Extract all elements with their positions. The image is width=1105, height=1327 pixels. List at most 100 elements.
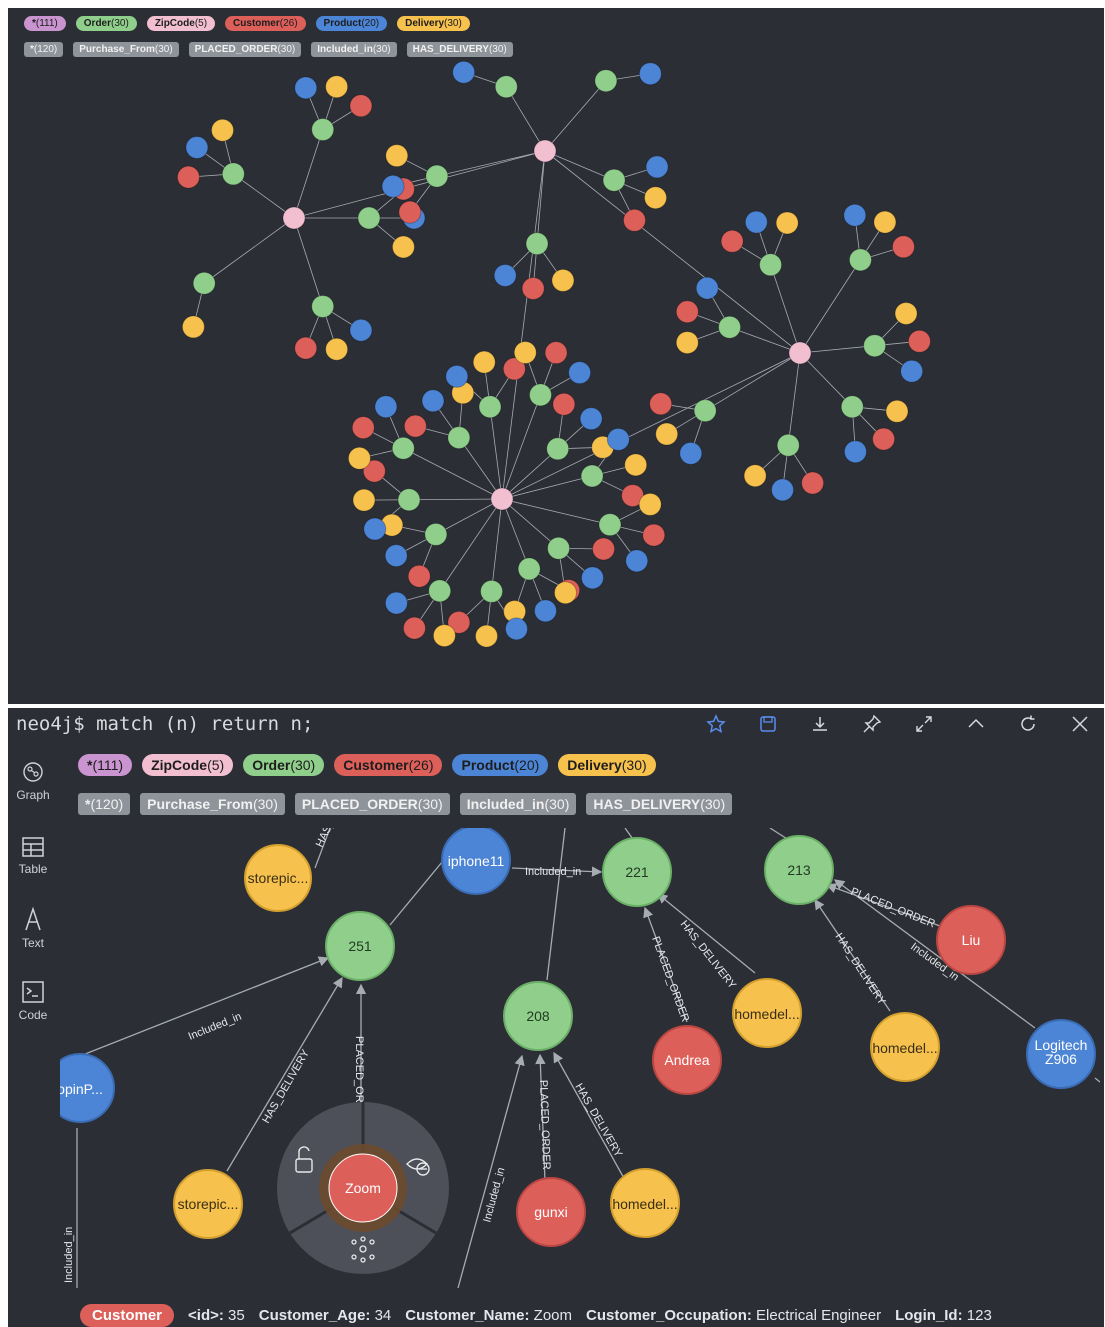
overview-node[interactable] — [374, 395, 398, 419]
node-label-badge[interactable]: Customer(26) — [334, 754, 443, 776]
overview-node[interactable] — [432, 624, 456, 648]
overview-node[interactable] — [282, 206, 306, 230]
node-delivery-storepic-251[interactable]: storepic... — [173, 1169, 243, 1239]
overview-node[interactable] — [801, 471, 825, 495]
overview-node[interactable] — [907, 329, 931, 353]
overview-node[interactable] — [185, 135, 209, 159]
overview-node[interactable] — [533, 599, 557, 623]
overview-node[interactable] — [294, 336, 318, 360]
overview-node[interactable] — [421, 389, 445, 413]
overview-node[interactable] — [391, 235, 415, 259]
overview-node[interactable] — [425, 164, 449, 188]
overview-node[interactable] — [679, 441, 703, 465]
overview-node[interactable] — [311, 118, 335, 142]
overview-node[interactable] — [347, 446, 371, 470]
overview-node[interactable] — [580, 464, 604, 488]
overview-node[interactable] — [675, 331, 699, 355]
overview-node[interactable] — [521, 276, 545, 300]
overview-node[interactable] — [493, 263, 517, 287]
overview-node[interactable] — [891, 235, 915, 259]
overview-node[interactable] — [885, 399, 909, 423]
overview-node[interactable] — [693, 399, 717, 423]
overview-node[interactable] — [900, 359, 924, 383]
overview-node[interactable] — [594, 69, 618, 93]
edge-included-bottom[interactable] — [457, 1054, 525, 1288]
node-delivery-homedel-221[interactable]: homedel... — [732, 978, 802, 1048]
graph-overview-panel[interactable]: *(111) Order(30) ZipCode(5) Customer(26) Pro… — [8, 8, 1104, 704]
node-delivery-homedel-213[interactable]: homedel... — [870, 1012, 940, 1082]
overview-node[interactable] — [644, 186, 668, 210]
nav-table[interactable]: Table — [8, 836, 58, 876]
overview-node[interactable] — [525, 232, 549, 256]
overview-node[interactable] — [624, 453, 648, 477]
overview-node[interactable] — [840, 395, 864, 419]
overview-node[interactable] — [349, 318, 373, 342]
node-customer-liu[interactable]: Liu — [936, 905, 1006, 975]
overview-node[interactable] — [480, 579, 504, 603]
relationship-type-badge[interactable]: Included_in(30) — [459, 793, 577, 815]
overview-node[interactable] — [452, 60, 476, 84]
overview-node[interactable] — [544, 341, 568, 365]
relationship-type-badge[interactable]: PLACED_ORDER(30) — [294, 793, 450, 815]
graph-zoomed-canvas[interactable]: HAS_ Included_in HAS_DELIVERY PLACED_ORD… — [60, 828, 1100, 1288]
overview-node[interactable] — [407, 564, 431, 588]
selected-node-menu[interactable]: Zoom — [277, 1102, 449, 1274]
collapse-icon[interactable] — [962, 712, 990, 736]
overview-node[interactable] — [221, 162, 245, 186]
nav-graph[interactable]: Graph — [8, 760, 58, 802]
overview-node[interactable] — [398, 200, 422, 224]
overview-node[interactable] — [381, 174, 405, 198]
property-label-tag[interactable]: Customer — [80, 1304, 175, 1327]
overview-node[interactable] — [402, 616, 426, 640]
overview-node[interactable] — [533, 139, 557, 163]
relationship-type-badge[interactable]: HAS_DELIVERY(30) — [586, 793, 733, 815]
overview-node[interactable] — [695, 276, 719, 300]
node-label-badge[interactable]: *(111) — [78, 754, 133, 776]
edge-included-popin[interactable] — [79, 956, 330, 1057]
overview-node[interactable] — [776, 433, 800, 457]
overview-node[interactable] — [625, 549, 649, 573]
node-order-213[interactable]: 213 — [764, 835, 834, 905]
overview-node[interactable] — [385, 144, 409, 168]
overview-node[interactable] — [357, 206, 381, 230]
overview-node[interactable] — [192, 271, 216, 295]
overview-node[interactable] — [775, 211, 799, 235]
overview-node[interactable] — [428, 579, 452, 603]
overview-node[interactable] — [351, 416, 375, 440]
overview-node[interactable] — [551, 268, 575, 292]
node-product-popin[interactable]: opinP... — [60, 1053, 115, 1123]
node-product-iphone11[interactable]: iphone11 — [441, 828, 511, 895]
overview-node[interactable] — [552, 392, 576, 416]
relationship-type-badge[interactable]: *(120) — [78, 793, 131, 815]
overview-node[interactable] — [384, 544, 408, 568]
overview-node[interactable] — [528, 383, 552, 407]
overview-node[interactable] — [472, 350, 496, 374]
overview-node[interactable] — [718, 315, 742, 339]
overview-node[interactable] — [513, 341, 537, 365]
overview-node[interactable] — [403, 414, 427, 438]
overview-node[interactable] — [349, 94, 373, 118]
overview-node[interactable] — [580, 566, 604, 590]
nav-code[interactable]: Code — [8, 980, 58, 1022]
overview-node[interactable] — [759, 253, 783, 277]
overview-node[interactable] — [478, 395, 502, 419]
relationship-type-badge[interactable]: Purchase_From(30) — [140, 793, 285, 815]
overview-node[interactable] — [504, 617, 528, 641]
refresh-icon[interactable] — [1014, 712, 1042, 736]
edge-logitech-right[interactable] — [1094, 1077, 1100, 1083]
overview-node[interactable] — [675, 300, 699, 324]
close-icon[interactable] — [1066, 712, 1094, 736]
overview-node[interactable] — [181, 315, 205, 339]
overview-node[interactable] — [848, 248, 872, 272]
overview-node[interactable] — [176, 165, 200, 189]
graph-overview-canvas[interactable] — [8, 8, 1104, 704]
overview-node[interactable] — [384, 591, 408, 615]
star-icon[interactable] — [702, 712, 730, 736]
overview-node[interactable] — [720, 229, 744, 253]
overview-node[interactable] — [568, 361, 592, 385]
overview-node[interactable] — [325, 337, 349, 361]
overview-node[interactable] — [602, 168, 626, 192]
overview-node[interactable] — [490, 487, 514, 511]
overview-node[interactable] — [638, 62, 662, 86]
overview-node[interactable] — [211, 118, 235, 142]
